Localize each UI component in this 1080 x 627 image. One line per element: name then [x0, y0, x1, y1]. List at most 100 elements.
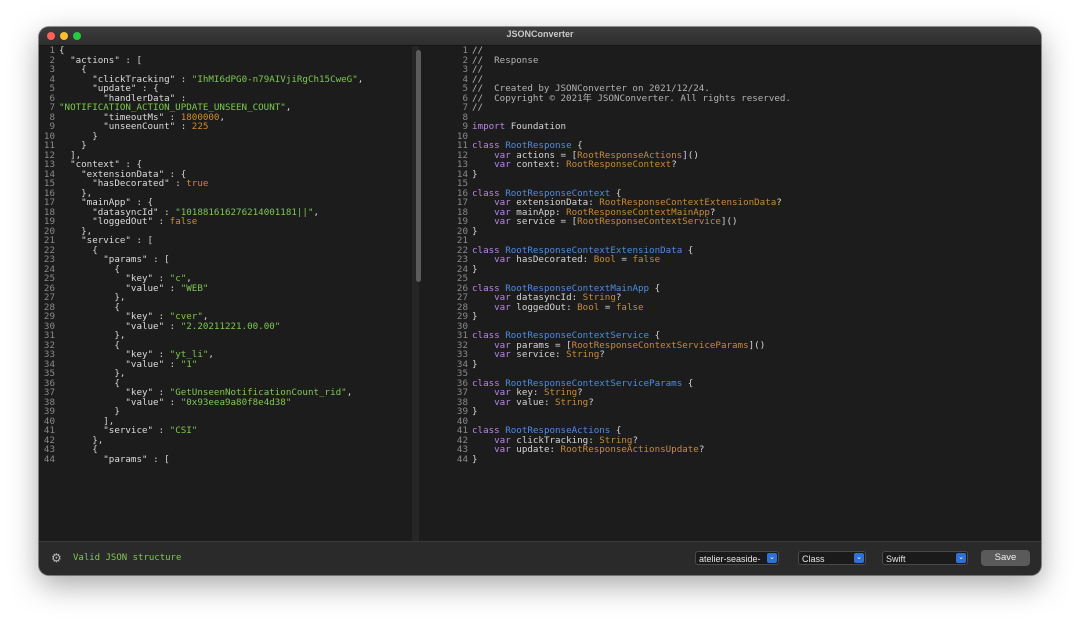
code-token: }: [472, 311, 478, 322]
code-token: false: [169, 216, 198, 227]
code-token: : [: [130, 235, 154, 246]
code-token: //: [472, 102, 484, 113]
code-token: :: [164, 396, 181, 408]
code-line: 38 var value: String?: [454, 396, 791, 408]
json-scrollbar[interactable]: [412, 46, 421, 541]
code-token: var: [494, 159, 511, 170]
validation-status: Valid JSON structure: [73, 553, 182, 563]
language-select-value: Swift: [886, 554, 906, 564]
code-token: loggedOut:: [510, 301, 578, 313]
code-line: 44}: [454, 453, 791, 465]
code-token: "1": [180, 358, 198, 370]
code-line: 34}: [454, 358, 791, 370]
title-bar: JSONConverter: [39, 27, 1041, 46]
code-token: }: [472, 358, 478, 370]
structure-kind-value: Class: [802, 554, 825, 564]
code-line: 44 "params" : [: [41, 453, 363, 465]
code-token: ,: [357, 73, 364, 85]
code-token: "value": [125, 396, 165, 408]
code-line: 14}: [454, 169, 791, 180]
code-token: // Copyright © 2021年 JSONConverter. All …: [472, 92, 791, 104]
code-line: 3//: [454, 65, 791, 75]
code-token: ,: [346, 387, 353, 398]
code-token: ,: [219, 111, 226, 123]
code-token: "2.20211221.00.00": [180, 320, 281, 332]
theme-select[interactable]: atelier-seaside- ⌄: [695, 551, 779, 565]
code-token: Bool: [577, 301, 600, 313]
code-token: "CSI": [169, 425, 198, 436]
code-token: String: [555, 396, 589, 408]
code-token: ,: [208, 349, 214, 360]
code-line: 11 }: [41, 141, 363, 151]
structure-kind-select[interactable]: Class ⌄: [798, 551, 866, 565]
code-token: ,: [285, 102, 292, 113]
code-token: var: [494, 216, 511, 227]
line-number: 44: [43, 453, 55, 465]
chevron-updown-icon: ⌄: [767, 553, 777, 563]
gear-icon[interactable]: ⚙: [51, 552, 63, 564]
code-token: "value": [125, 320, 165, 332]
code-token: context:: [510, 159, 567, 170]
json-scrollbar-thumb[interactable]: [416, 50, 421, 282]
code-token: var: [494, 301, 511, 313]
code-token: {: [682, 377, 694, 389]
code-line: 7//: [454, 103, 791, 113]
pane-divider[interactable]: [409, 46, 450, 541]
json-editor[interactable]: 1{2 "actions" : [3 {4 "clickTracking" : …: [39, 46, 409, 541]
chevron-updown-icon: ⌄: [956, 553, 966, 563]
code-token: : [: [119, 54, 143, 66]
code-line: 13 var context: RootResponseContext?: [454, 160, 791, 170]
status-bar: ⚙ Valid JSON structure atelier-seaside- …: [39, 541, 1041, 575]
code-token: ](): [748, 339, 766, 351]
code-line: 43 var update: RootResponseActionsUpdate…: [454, 445, 791, 455]
code-token: true: [186, 178, 209, 189]
code-token: :: [175, 121, 192, 132]
code-line: 39}: [454, 407, 791, 417]
code-line: 2 "actions" : [: [41, 54, 363, 66]
code-line: 24}: [454, 264, 791, 275]
code-token: {: [682, 244, 694, 256]
chevron-updown-icon: ⌄: [854, 553, 864, 563]
code-token: "service": [103, 425, 154, 436]
code-line: 20}: [454, 225, 791, 237]
code-token: false: [615, 301, 644, 313]
code-line: 19 var service = [RootResponseContextSer…: [454, 217, 791, 227]
save-button[interactable]: Save: [981, 550, 1030, 566]
code-token: "value": [125, 358, 165, 370]
code-token: ?: [599, 349, 605, 360]
code-token: import: [472, 121, 506, 132]
code-token: "loggedOut": [92, 216, 154, 227]
line-number: 44: [456, 453, 468, 465]
code-token: service = [: [510, 216, 578, 227]
code-token: =: [615, 254, 633, 265]
code-token: : [: [147, 254, 170, 265]
code-line: 23 var hasDecorated: Bool = false: [454, 255, 791, 265]
code-line: 2// Response: [454, 55, 791, 66]
window-title: JSONConverter: [506, 29, 574, 39]
code-line: 29}: [454, 312, 791, 322]
swift-code-lines[interactable]: 1//2// Response 3//4//5// Created by JSON…: [454, 46, 791, 464]
app-window: JSONConverter 1{2 "actions" : [3 {4 "cli…: [39, 27, 1041, 575]
language-select[interactable]: Swift ⌄: [882, 551, 968, 565]
code-token: "value": [125, 282, 165, 294]
code-token: RootResponseContext: [566, 159, 672, 170]
code-token: ?: [671, 159, 677, 170]
code-token: Foundation: [505, 121, 567, 132]
code-token: ?: [776, 197, 782, 208]
code-line: 6// Copyright © 2021年 JSONConverter. All…: [454, 92, 791, 104]
code-token: :: [164, 282, 181, 294]
code-token: service:: [510, 349, 567, 360]
swift-output[interactable]: 1//2// Response 3//4//5// Created by JSON…: [450, 46, 1041, 541]
code-token: }: [472, 225, 478, 237]
code-token: ](): [720, 216, 738, 227]
code-token: :: [153, 216, 170, 227]
code-token: var: [494, 444, 511, 455]
json-code-lines[interactable]: 1{2 "actions" : [3 {4 "clickTracking" : …: [41, 46, 363, 464]
code-token: "params": [103, 453, 148, 465]
code-token: var: [494, 254, 511, 265]
code-token: value:: [510, 396, 556, 408]
code-token: "WEB": [180, 282, 209, 294]
code-token: hasDecorated:: [510, 254, 594, 265]
theme-select-value: atelier-seaside-: [699, 554, 761, 564]
